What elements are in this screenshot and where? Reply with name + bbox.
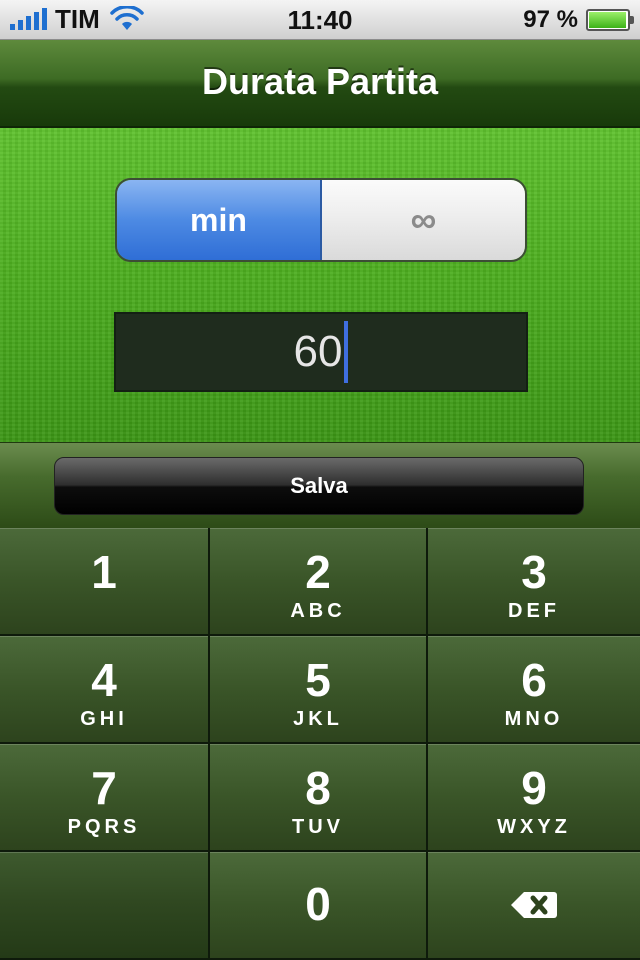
key-digit: 1 <box>91 546 117 598</box>
key-digit: 3 <box>521 546 547 598</box>
key-0[interactable]: 0 <box>210 852 428 960</box>
key-letters: JKL <box>293 708 343 730</box>
key-letters: DEF <box>508 600 560 622</box>
save-button[interactable]: Salva <box>54 457 584 515</box>
key-letters: TUV <box>292 816 344 838</box>
content-area: min ∞ 60 <box>0 128 640 442</box>
key-6[interactable]: 6 MNO <box>428 636 640 744</box>
key-letters: PQRS <box>67 816 141 838</box>
segment-minutes[interactable]: min <box>117 180 322 260</box>
status-bar: TIM 11:40 97 % <box>0 0 640 40</box>
segment-infinite[interactable]: ∞ <box>322 180 525 260</box>
key-9[interactable]: 9 WXYZ <box>428 744 640 852</box>
save-toolbar: Salva <box>0 442 640 528</box>
duration-mode-segmented-control[interactable]: min ∞ <box>115 178 527 262</box>
key-digit: 8 <box>305 762 331 814</box>
key-digit: 6 <box>521 654 547 706</box>
key-digit: 7 <box>91 762 117 814</box>
key-3[interactable]: 3 DEF <box>428 528 640 636</box>
text-caret <box>344 321 349 383</box>
key-digit: 5 <box>305 654 331 706</box>
battery-level <box>589 12 626 28</box>
key-1[interactable]: 1 <box>0 528 210 636</box>
duration-input-value: 60 <box>293 327 343 376</box>
key-letters: WXYZ <box>497 816 571 838</box>
battery-percent: 97 % <box>523 6 578 33</box>
key-5[interactable]: 5 JKL <box>210 636 428 744</box>
key-letters: MNO <box>504 708 564 730</box>
delete-key[interactable] <box>428 852 640 960</box>
duration-input[interactable]: 60 <box>114 312 528 392</box>
battery-icon <box>586 9 634 31</box>
key-2[interactable]: 2 ABC <box>210 528 428 636</box>
page-title: Durata Partita <box>201 61 439 102</box>
key-digit: 4 <box>91 654 117 706</box>
backspace-icon <box>511 892 557 918</box>
key-digit: 9 <box>521 762 547 814</box>
key-blank <box>0 852 210 960</box>
key-8[interactable]: 8 TUV <box>210 744 428 852</box>
key-7[interactable]: 7 PQRS <box>0 744 210 852</box>
key-digit: 0 <box>305 878 331 930</box>
key-4[interactable]: 4 GHI <box>0 636 210 744</box>
key-letters: ABC <box>290 600 346 622</box>
numeric-keypad: 1 2 ABC 3 DEF 4 GHI 5 JKL 6 MNO 7 PQRS 8… <box>0 528 640 960</box>
key-letters: GHI <box>80 708 128 730</box>
key-digit: 2 <box>305 546 331 598</box>
navigation-bar: Durata Partita <box>0 40 640 128</box>
status-right: 97 % <box>523 4 634 36</box>
